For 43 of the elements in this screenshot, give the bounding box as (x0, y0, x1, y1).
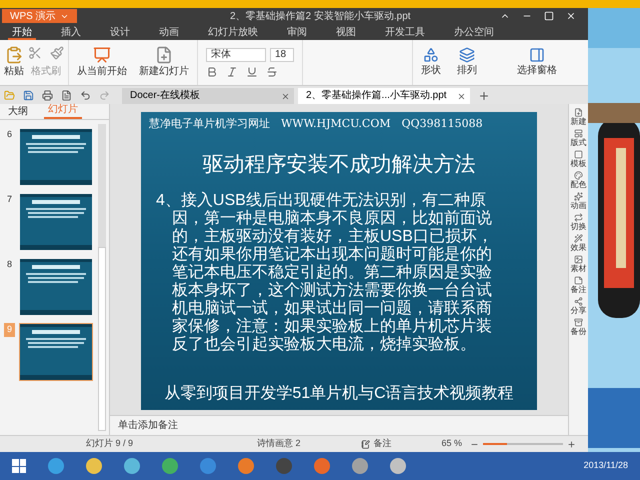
side-tool-button[interactable]: 模板 (570, 150, 586, 169)
notes-button[interactable]: 备注 (360, 437, 392, 451)
font-field[interactable]: 宋体 (206, 48, 266, 62)
panel-tab[interactable]: 大纲 (4, 104, 32, 119)
side-tool-button[interactable]: 配色 (570, 171, 586, 190)
side-tool-button[interactable]: 分享 (570, 297, 586, 316)
side-tool-button[interactable]: 效果 (570, 234, 586, 253)
menu-tab[interactable]: 插入 (57, 25, 85, 40)
slide-body: 4、接入USB线后出现硬件无法识别，有二种原因，第一种是电脑本身不良原因，比如前面说的，主板驱动没有装好，主板USB口已损坏，还有如果你用笔记本出现本问题时可能是你的笔记本电压不稳定引起的。第二种原因是实验板本身坏了，这个测试方法需要你换一台台试机电脑试一试，如果试出同一问题，请联系商家保修，注意：如果实验板上的单片机芯片装反了也会引起实验板大电流，烧掉实验板。 (156, 192, 494, 354)
zoom-level: 65 % (442, 437, 462, 450)
paste-label[interactable]: 粘贴 (4, 64, 24, 79)
slide-number: 9 (4, 323, 15, 336)
side-tool-button[interactable]: 版式 (570, 129, 586, 148)
play-from-current-label[interactable]: 从当前开始 (77, 64, 127, 79)
slide-number: 8 (6, 258, 13, 271)
font-size-field[interactable]: 18 (270, 48, 294, 62)
window-title: 2、零基础操作篇2 安装智能小车驱动.ppt (230, 10, 411, 24)
theme-name: 诗情画意 2 (257, 437, 301, 450)
tray-date: 2013/11/28 (584, 459, 628, 472)
slide-title: 驱动程序安装不成功解决方法 (202, 150, 476, 178)
side-tool-button[interactable]: 动画 (570, 192, 586, 211)
slide-number: 7 (6, 193, 13, 206)
menu-tab[interactable]: 审阅 (283, 25, 311, 40)
menu-tab[interactable]: 办公空间 (450, 25, 498, 40)
menu-tab[interactable]: 幻灯片放映 (204, 25, 262, 40)
menu-tab[interactable]: 动画 (155, 25, 183, 40)
slide-header: 慧净电子单片机学习网址 WWW.HJMCU.COM QQ398115088 (149, 116, 484, 132)
shape-label[interactable]: 形状 (421, 63, 441, 78)
side-tool-button[interactable]: 新建 (570, 108, 586, 127)
side-tool-button[interactable]: 备份 (570, 318, 586, 337)
arrange-label[interactable]: 排列 (457, 63, 477, 78)
new-slide-label[interactable]: 新建幻灯片 (139, 64, 189, 79)
side-tool-button[interactable]: 素材 (570, 255, 586, 274)
slide-footer: 从零到项目开发学51单片机与C语言技术视频教程 (149, 382, 529, 406)
menu-tab[interactable]: 设计 (106, 25, 134, 40)
notes-field[interactable]: 单击添加备注 (110, 415, 568, 435)
slide-count: 幻灯片 9 / 9 (86, 437, 134, 450)
menu-tab[interactable]: 开发工具 (381, 25, 429, 40)
menu-tab[interactable]: 视图 (332, 25, 360, 40)
slide-number: 6 (6, 128, 13, 141)
selection-pane-label[interactable]: 选择窗格 (517, 63, 557, 78)
side-tool-button[interactable]: 备注 (570, 276, 586, 295)
side-tool-button[interactable]: 切换 (570, 213, 586, 232)
